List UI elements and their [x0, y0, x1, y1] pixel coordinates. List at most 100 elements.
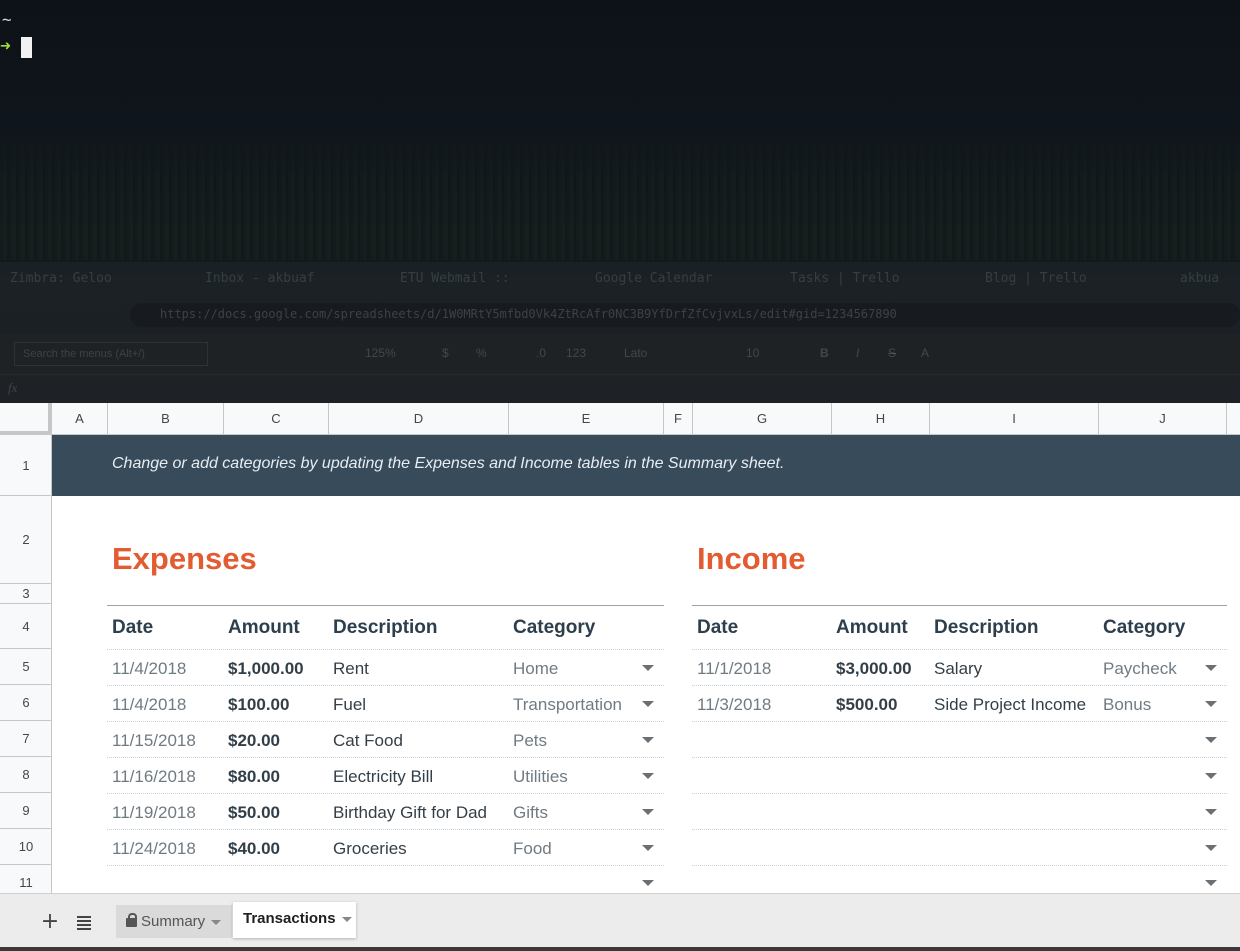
- category-dropdown-arrow-icon[interactable]: [642, 701, 654, 707]
- expense-amount[interactable]: $20.00: [228, 731, 280, 751]
- sheet-tab-summary-label: Summary: [141, 913, 206, 930]
- row-divider: [107, 865, 664, 866]
- expense-category[interactable]: Transportation: [513, 695, 622, 715]
- expense-date[interactable]: 11/19/2018: [112, 803, 196, 823]
- expense-description[interactable]: Electricity Bill: [333, 767, 433, 787]
- expense-description[interactable]: Cat Food: [333, 731, 403, 751]
- expense-category[interactable]: Pets: [513, 731, 547, 751]
- category-dropdown-arrow-icon[interactable]: [1205, 845, 1217, 851]
- all-sheets-list-icon[interactable]: [74, 910, 94, 934]
- expense-description[interactable]: Fuel: [333, 695, 366, 715]
- expense-amount[interactable]: $50.00: [228, 803, 280, 823]
- category-dropdown-arrow-icon[interactable]: [642, 809, 654, 815]
- row-header-2[interactable]: 2: [0, 496, 52, 584]
- income-amount[interactable]: $3,000.00: [836, 659, 912, 679]
- column-header-b[interactable]: B: [108, 403, 224, 435]
- income-header-amount: Amount: [836, 617, 908, 638]
- expense-amount[interactable]: $40.00: [228, 839, 280, 859]
- row-header-1[interactable]: 1: [0, 435, 52, 496]
- category-dropdown-arrow-icon[interactable]: [642, 737, 654, 743]
- expense-date[interactable]: 11/16/2018: [112, 767, 196, 787]
- browser-tab-inbox[interactable]: Inbox - akbuaf: [205, 271, 315, 286]
- browser-tab-blog[interactable]: Blog | Trello: [985, 271, 1087, 286]
- category-dropdown-arrow-icon[interactable]: [1205, 665, 1217, 671]
- zoom-select[interactable]: 125%: [365, 346, 396, 360]
- browser-tab-more[interactable]: akbua: [1180, 271, 1219, 286]
- expense-category[interactable]: Utilities: [513, 767, 568, 787]
- income-category[interactable]: Bonus: [1103, 695, 1151, 715]
- url-text[interactable]: https://docs.google.com/spreadsheets/d/1…: [160, 307, 897, 321]
- income-date[interactable]: 11/3/2018: [697, 695, 771, 715]
- income-description[interactable]: Salary: [934, 659, 982, 679]
- expense-category[interactable]: Gifts: [513, 803, 548, 823]
- column-header-e[interactable]: E: [509, 403, 664, 435]
- row-header-8[interactable]: 8: [0, 757, 52, 793]
- expense-date[interactable]: 11/15/2018: [112, 731, 196, 751]
- sheet-tab-summary[interactable]: Summary: [116, 905, 232, 938]
- expense-amount[interactable]: $80.00: [228, 767, 280, 787]
- browser-tab-webmail[interactable]: ETU Webmail ::: [400, 271, 510, 286]
- spreadsheet-grid[interactable]: A B C D E F G H I J 1 2 3 4 5 6 7 8 9 10…: [0, 403, 1240, 893]
- row-header-6[interactable]: 6: [0, 685, 52, 721]
- income-description[interactable]: Side Project Income: [934, 695, 1086, 715]
- category-dropdown-arrow-icon[interactable]: [642, 845, 654, 851]
- decimal-button[interactable]: .0: [536, 346, 546, 360]
- chevron-down-icon[interactable]: [211, 919, 222, 925]
- more-formats-button[interactable]: 123: [566, 346, 586, 360]
- bold-button[interactable]: B: [820, 346, 829, 360]
- income-category[interactable]: Paycheck: [1103, 659, 1177, 679]
- add-sheet-button[interactable]: +: [38, 910, 62, 934]
- expense-date[interactable]: 11/4/2018: [112, 659, 186, 679]
- category-dropdown-arrow-icon[interactable]: [642, 665, 654, 671]
- category-dropdown-arrow-icon[interactable]: [642, 773, 654, 779]
- column-header-h[interactable]: H: [832, 403, 930, 435]
- terminal-cursor[interactable]: [21, 37, 32, 58]
- menu-search-input[interactable]: Search the menus (Alt+/): [14, 342, 208, 366]
- row-header-11[interactable]: 11: [0, 865, 52, 893]
- expense-description[interactable]: Birthday Gift for Dad: [333, 803, 487, 823]
- percent-button[interactable]: %: [476, 346, 487, 360]
- expense-description[interactable]: Groceries: [333, 839, 407, 859]
- column-header-j[interactable]: J: [1099, 403, 1227, 435]
- income-date[interactable]: 11/1/2018: [697, 659, 771, 679]
- column-header-a[interactable]: A: [52, 403, 108, 435]
- row-header-3[interactable]: 3: [0, 584, 52, 604]
- expense-category[interactable]: Food: [513, 839, 552, 859]
- income-amount[interactable]: $500.00: [836, 695, 897, 715]
- category-dropdown-arrow-icon[interactable]: [642, 880, 654, 886]
- italic-button[interactable]: I: [856, 346, 859, 360]
- column-header-i[interactable]: I: [930, 403, 1099, 435]
- font-size-input[interactable]: 10: [746, 346, 759, 360]
- expense-amount[interactable]: $100.00: [228, 695, 289, 715]
- expense-date[interactable]: 11/4/2018: [112, 695, 186, 715]
- row-header-5[interactable]: 5: [0, 649, 52, 685]
- font-select[interactable]: Lato: [624, 346, 647, 360]
- browser-tab-zimbra[interactable]: Zimbra: Geloo: [10, 271, 112, 286]
- column-header-c[interactable]: C: [224, 403, 329, 435]
- select-all-corner[interactable]: [0, 403, 52, 435]
- expense-date[interactable]: 11/24/2018: [112, 839, 196, 859]
- expense-category[interactable]: Home: [513, 659, 558, 679]
- browser-tab-calendar[interactable]: Google Calendar: [595, 271, 712, 286]
- category-dropdown-arrow-icon[interactable]: [1205, 809, 1217, 815]
- sheet-tab-transactions[interactable]: Transactions: [233, 902, 356, 938]
- category-dropdown-arrow-icon[interactable]: [1205, 737, 1217, 743]
- row-header-4[interactable]: 4: [0, 604, 52, 649]
- currency-button[interactable]: $: [442, 346, 449, 360]
- chevron-down-icon[interactable]: [341, 916, 352, 922]
- expense-description[interactable]: Rent: [333, 659, 369, 679]
- expense-amount[interactable]: $1,000.00: [228, 659, 304, 679]
- category-dropdown-arrow-icon[interactable]: [1205, 880, 1217, 886]
- column-header-g[interactable]: G: [693, 403, 832, 435]
- browser-tab-tasks[interactable]: Tasks | Trello: [790, 271, 900, 286]
- row-header-9[interactable]: 9: [0, 793, 52, 829]
- text-color-button[interactable]: A: [921, 346, 929, 360]
- column-header-d[interactable]: D: [329, 403, 509, 435]
- row-header-10[interactable]: 10: [0, 829, 52, 865]
- strikethrough-button[interactable]: S: [888, 346, 896, 360]
- row-header-7[interactable]: 7: [0, 721, 52, 757]
- category-dropdown-arrow-icon[interactable]: [1205, 701, 1217, 707]
- formula-bar[interactable]: fx: [0, 374, 1240, 403]
- column-header-f[interactable]: F: [664, 403, 693, 435]
- category-dropdown-arrow-icon[interactable]: [1205, 773, 1217, 779]
